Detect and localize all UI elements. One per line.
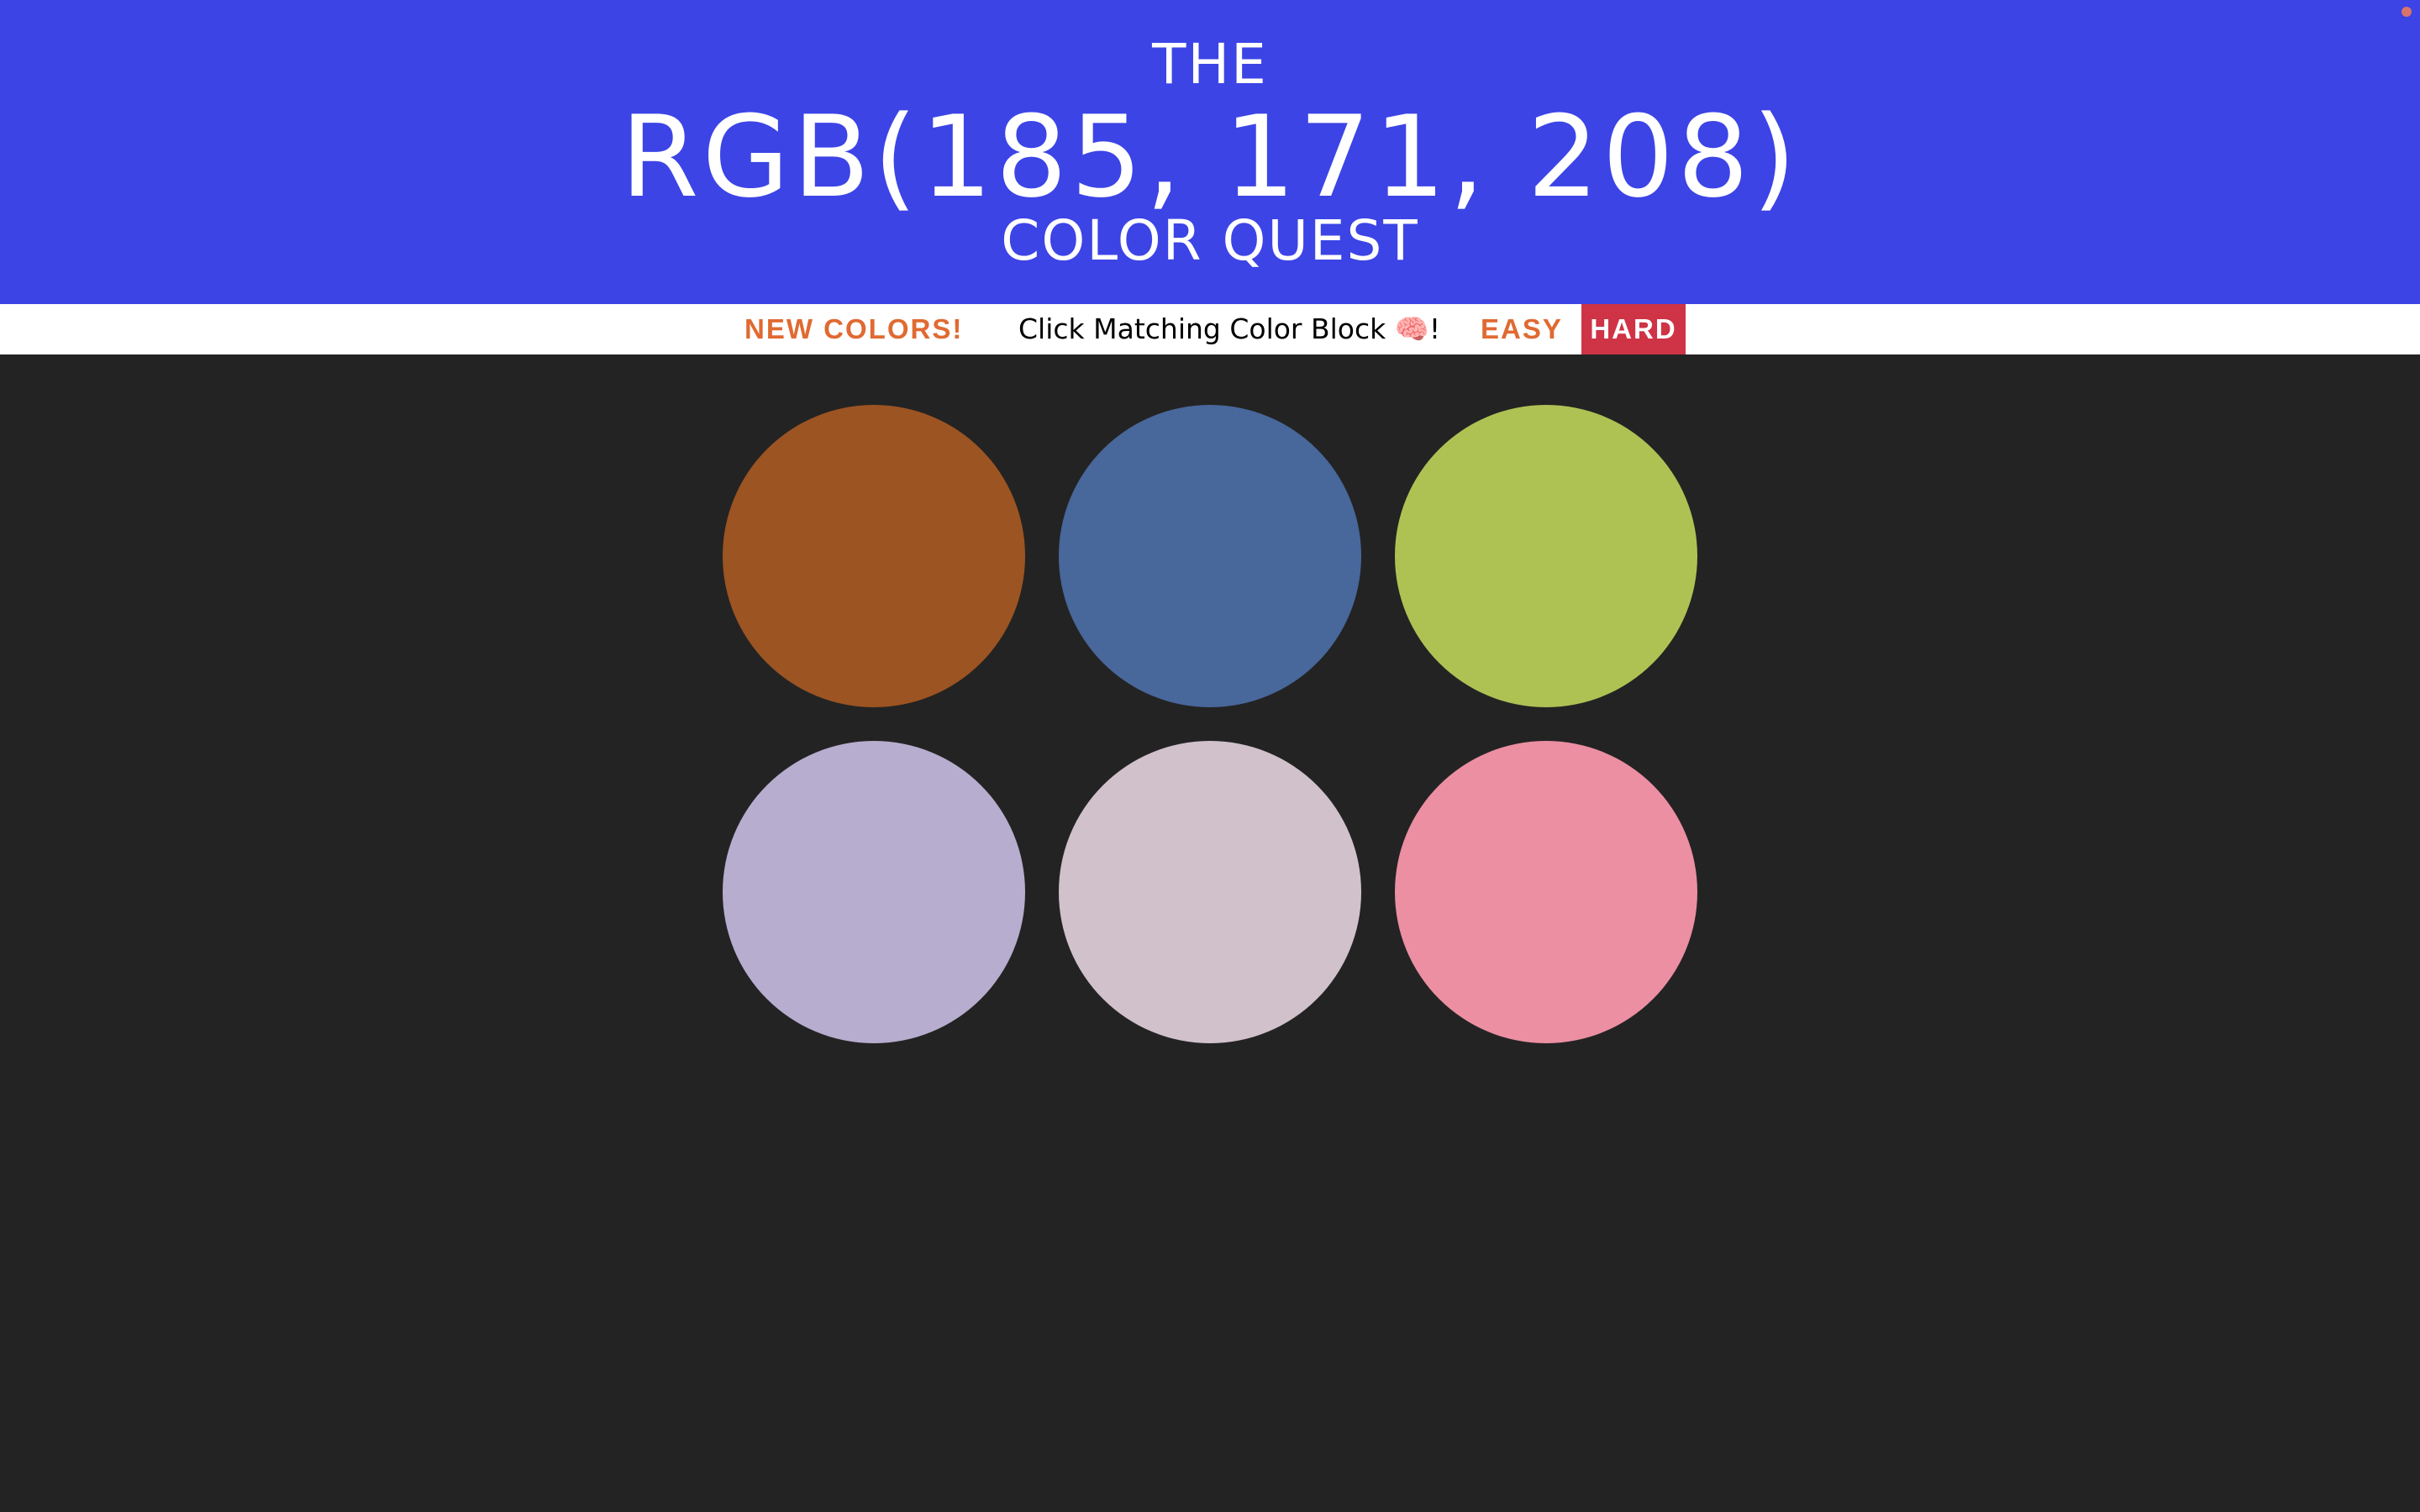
- color-swatch-5[interactable]: [1059, 741, 1361, 1043]
- target-rgb-title: RGB(185, 171, 208): [620, 92, 1800, 223]
- hard-mode-button[interactable]: HARD: [1581, 304, 1686, 354]
- header: THE RGB(185, 171, 208) COLOR QUEST: [0, 0, 2420, 304]
- status-message: Click Matching Color Block 🧠!: [1018, 312, 1441, 345]
- title-line-the: THE: [1152, 32, 1268, 97]
- new-colors-button[interactable]: NEW COLORS!: [744, 304, 963, 354]
- color-swatch-6[interactable]: [1395, 741, 1697, 1043]
- toolbar: NEW COLORS! Click Matching Color Block 🧠…: [0, 304, 2420, 354]
- easy-mode-button[interactable]: EASY: [1481, 304, 1563, 354]
- color-swatch-3[interactable]: [1395, 405, 1697, 707]
- status-dot: [2402, 7, 2412, 17]
- color-swatch-4[interactable]: [723, 741, 1025, 1043]
- color-swatch-1[interactable]: [723, 405, 1025, 707]
- title-line-color-quest: COLOR QUEST: [1001, 208, 1419, 273]
- color-swatch-2[interactable]: [1059, 405, 1361, 707]
- color-board: [0, 354, 2420, 1512]
